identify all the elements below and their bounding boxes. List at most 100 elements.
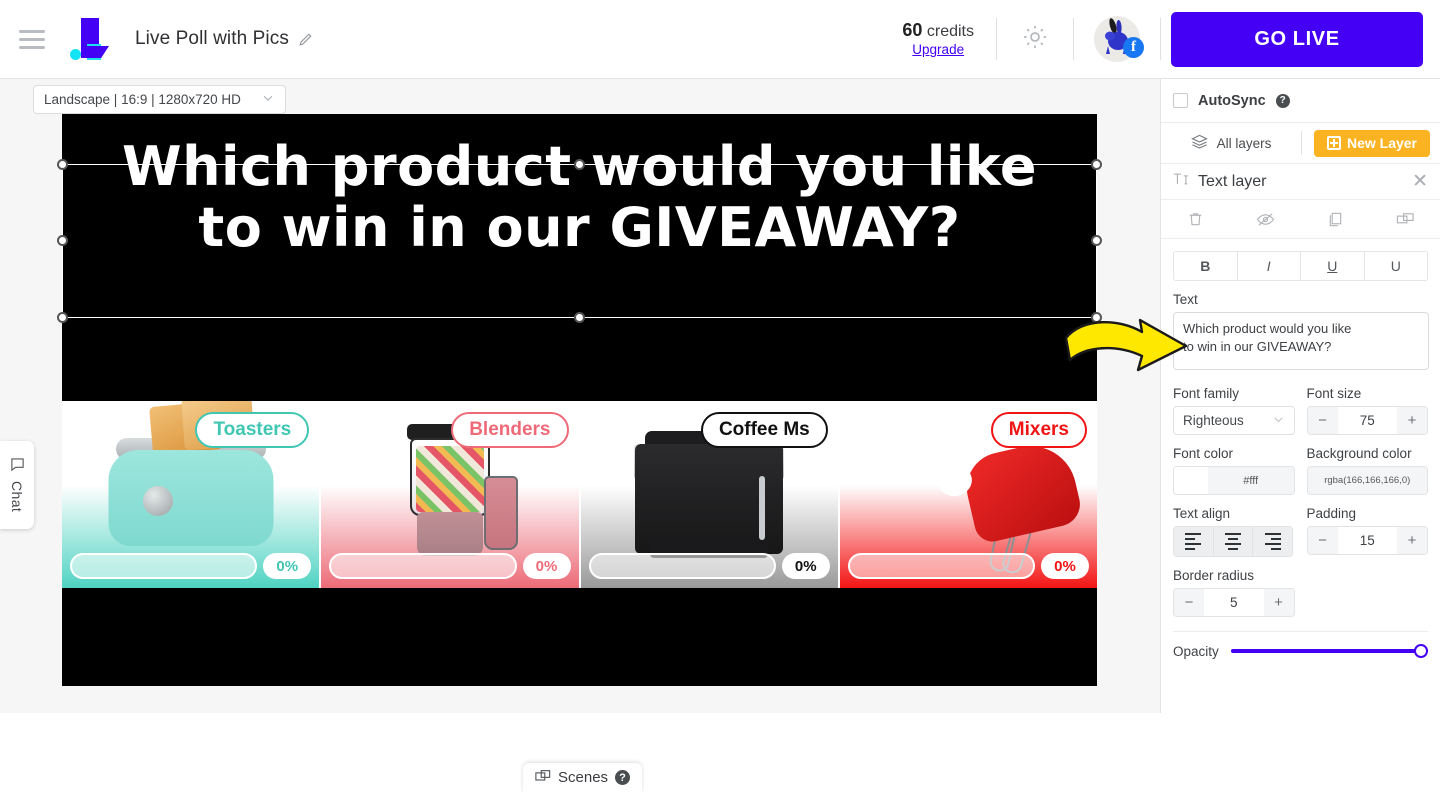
vote-progress-bar xyxy=(847,553,1035,579)
facebook-badge: f xyxy=(1123,37,1144,58)
background-color-picker[interactable]: rgba(166,166,166,0) xyxy=(1306,466,1428,495)
scenes-icon xyxy=(535,769,551,787)
font-size-increment[interactable]: + xyxy=(1397,407,1427,434)
close-icon[interactable]: ✕ xyxy=(1412,172,1428,191)
toaster-body xyxy=(108,450,274,546)
scenes-label: Scenes xyxy=(558,769,609,786)
scenes-help-icon[interactable]: ? xyxy=(615,770,631,785)
option-label: Mixers xyxy=(990,412,1087,448)
settings-button[interactable] xyxy=(997,22,1073,57)
page-title: Live Poll with Pics xyxy=(135,28,289,49)
poll-canvas[interactable]: Which product would you like to win in o… xyxy=(62,114,1097,686)
layer-header: Text layer ✕ xyxy=(1161,164,1440,200)
poll-option-card[interactable]: Coffee Ms 0% xyxy=(580,401,840,588)
text-format-buttons: B I U U xyxy=(1173,251,1428,281)
pencil-icon[interactable] xyxy=(298,32,313,47)
steam-wand xyxy=(759,476,766,540)
delete-layer-button[interactable] xyxy=(1161,211,1231,228)
color-row: Font color #fff Background color rgba(16… xyxy=(1161,435,1440,495)
new-layer-button[interactable]: New Layer xyxy=(1314,129,1430,157)
brand-logo-icon[interactable] xyxy=(69,16,115,62)
plus-square-icon xyxy=(1326,136,1341,150)
duplicate-layer-button[interactable] xyxy=(1301,211,1371,228)
aspect-ratio-label: Landscape | 16:9 | 1280x720 HD xyxy=(44,92,241,107)
bold-button[interactable]: B xyxy=(1174,252,1238,280)
text-align-group xyxy=(1173,526,1293,557)
border-radius-decrement[interactable]: − xyxy=(1174,589,1204,616)
layers-icon xyxy=(1190,134,1208,152)
padding-decrement[interactable]: − xyxy=(1307,527,1338,554)
blender-image xyxy=(409,438,490,516)
chevron-down-icon xyxy=(261,91,275,108)
underline-button[interactable]: U xyxy=(1301,252,1365,280)
opacity-slider[interactable] xyxy=(1230,643,1428,659)
font-size-stepper: − 75 + xyxy=(1306,406,1428,435)
credits-block: 60 credits Upgrade xyxy=(880,20,996,58)
background-color-value: rgba(166,166,166,0) xyxy=(1324,475,1411,486)
credits-count: 60 xyxy=(902,20,923,41)
border-radius-stepper: − 5 + xyxy=(1173,588,1295,617)
align-center-icon[interactable] xyxy=(1213,527,1254,556)
border-radius-increment[interactable]: + xyxy=(1263,589,1294,616)
autosync-checkbox[interactable] xyxy=(1173,93,1188,108)
hamburger-menu-icon[interactable] xyxy=(19,29,45,49)
opacity-label: Opacity xyxy=(1173,643,1219,659)
move-layer-to-scene-button[interactable] xyxy=(1370,211,1440,227)
underline-alt-button[interactable]: U xyxy=(1364,252,1427,280)
text-field-label: Text xyxy=(1173,292,1198,307)
italic-button[interactable]: I xyxy=(1237,252,1301,280)
font-family-label: Font family xyxy=(1173,386,1240,401)
font-color-label: Font color xyxy=(1173,446,1234,461)
background-color-label: Background color xyxy=(1306,446,1412,461)
vote-progress-bar xyxy=(588,553,776,579)
poll-option-card[interactable]: Mixers 0% xyxy=(839,401,1097,588)
opacity-track xyxy=(1230,649,1428,653)
new-layer-label: New Layer xyxy=(1346,135,1418,151)
poll-title-text: Which product would you like to win in o… xyxy=(62,136,1097,258)
vote-percent: 0% xyxy=(263,553,312,579)
layer-actions-row xyxy=(1161,200,1440,239)
autosync-row: AutoSync ? xyxy=(1161,79,1440,123)
align-left-icon[interactable] xyxy=(1174,527,1214,556)
option-label: Coffee Ms xyxy=(700,412,828,448)
poll-option-card[interactable]: Toasters 0% xyxy=(62,401,322,588)
font-color-swatch xyxy=(1174,467,1208,494)
aspect-ratio-select[interactable]: Landscape | 16:9 | 1280x720 HD xyxy=(33,85,286,114)
autosync-help-icon[interactable]: ? xyxy=(1275,93,1290,108)
layers-toolbar: All layers New Layer xyxy=(1161,123,1440,164)
align-right-icon[interactable] xyxy=(1253,527,1292,556)
chat-tab-label: Chat xyxy=(9,481,25,513)
font-size-label: Font size xyxy=(1306,386,1362,401)
divider xyxy=(1301,131,1302,155)
font-color-picker[interactable]: #fff xyxy=(1173,466,1295,495)
vote-progress-bar xyxy=(329,553,517,579)
all-layers-button[interactable]: All layers xyxy=(1161,134,1301,152)
poll-title-line-2: to win in our GIVEAWAY? xyxy=(198,196,961,260)
text-input[interactable] xyxy=(1173,312,1429,370)
top-bar-right: 60 credits Upgrade f GO LIVE xyxy=(880,0,1440,78)
vote-percent: 0% xyxy=(781,553,830,579)
font-family-select[interactable]: Righteous xyxy=(1173,406,1295,435)
credits-word: credits xyxy=(926,23,974,41)
font-size-decrement[interactable]: − xyxy=(1307,407,1338,434)
align-padding-row: Text align Padding − 15 + xyxy=(1161,495,1440,557)
upgrade-link[interactable]: Upgrade xyxy=(902,42,974,58)
scenes-button[interactable]: Scenes ? xyxy=(523,763,643,792)
poll-title-line-1: Which product would you like xyxy=(122,135,1037,198)
hide-layer-button[interactable] xyxy=(1231,211,1301,228)
poll-option-card[interactable]: Blenders 0% xyxy=(321,401,581,588)
border-radius-value[interactable]: 5 xyxy=(1204,589,1264,616)
opacity-knob[interactable] xyxy=(1414,644,1428,658)
padding-increment[interactable]: + xyxy=(1397,527,1427,554)
account-avatar-button[interactable]: f xyxy=(1074,16,1160,62)
top-bar: Live Poll with Pics 60 credits Upgrade f… xyxy=(0,0,1440,79)
chat-tab[interactable]: Chat xyxy=(0,441,34,529)
padding-value[interactable]: 15 xyxy=(1337,527,1397,554)
vote-percent: 0% xyxy=(1041,553,1089,579)
opacity-row: Opacity xyxy=(1161,632,1440,659)
font-size-value[interactable]: 75 xyxy=(1337,407,1397,434)
go-live-button[interactable]: GO LIVE xyxy=(1171,11,1423,67)
credits-text: 60 credits xyxy=(902,20,974,41)
autosync-label: AutoSync xyxy=(1198,92,1266,109)
vote-percent: 0% xyxy=(522,553,571,579)
